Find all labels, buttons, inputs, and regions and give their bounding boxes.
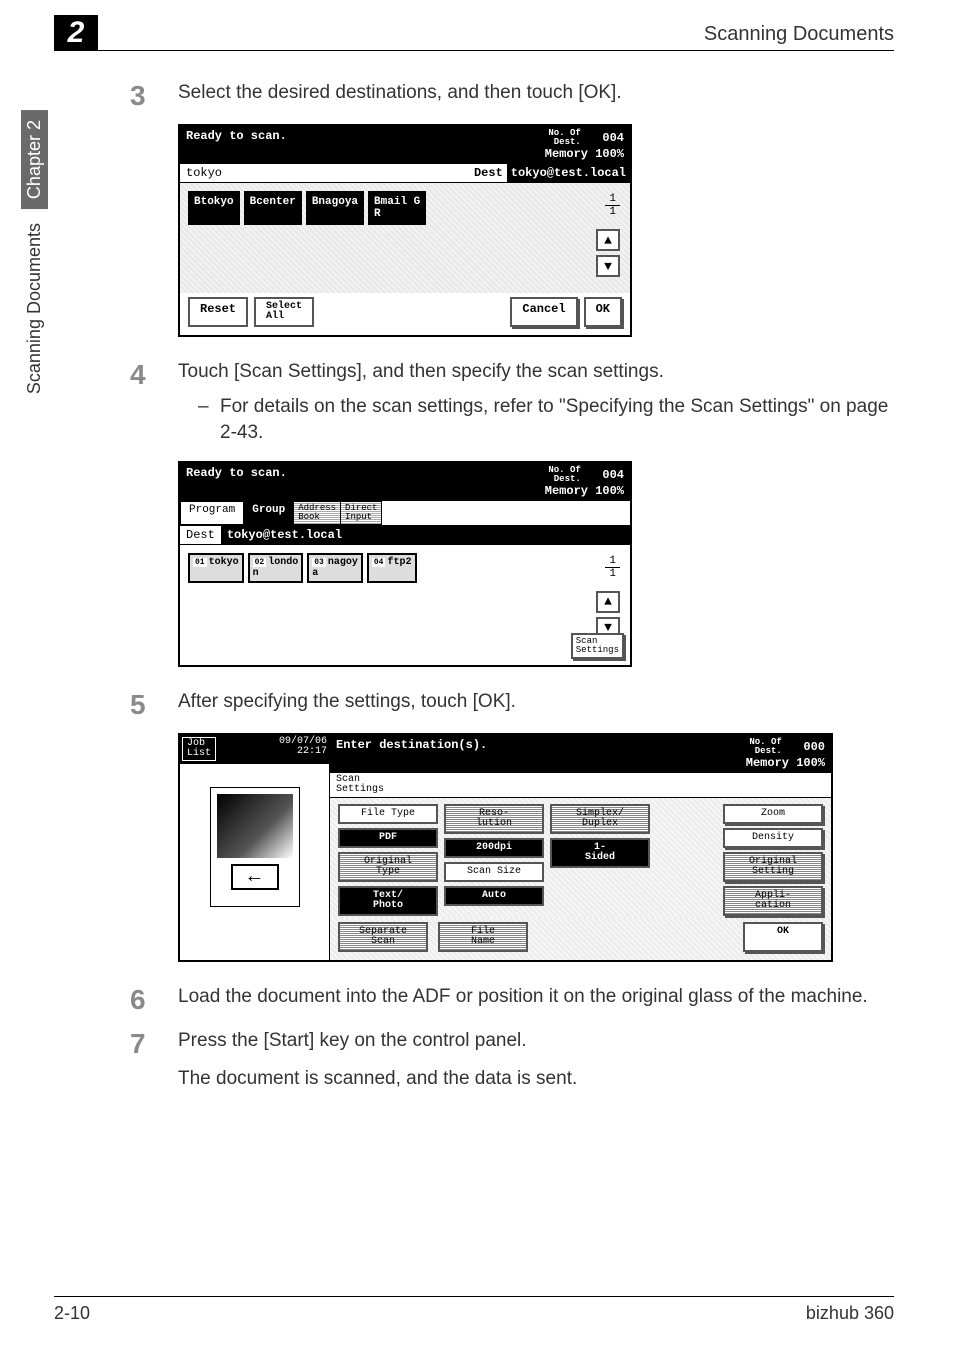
step-subtext: For details on the scan settings, refer … <box>220 394 894 447</box>
step-text: Touch [Scan Settings], and then specify … <box>178 361 664 382</box>
step-number: 5 <box>130 689 178 719</box>
lcd-prompt: Enter destination(s). <box>336 738 746 770</box>
separate-scan-button[interactable]: Separate Scan <box>338 922 428 952</box>
tab-program[interactable]: Program <box>180 501 244 525</box>
resolution-value: 200dpi <box>444 838 544 858</box>
density-button[interactable]: Density <box>723 828 823 848</box>
page-header: 2 Scanning Documents <box>54 23 894 51</box>
job-list-button[interactable]: Job List <box>182 737 216 761</box>
zoom-button[interactable]: Zoom <box>723 804 823 824</box>
destination-chip[interactable]: Btokyo <box>188 191 240 225</box>
page-footer: 2-10 bizhub 360 <box>54 1296 894 1324</box>
scan-settings-button[interactable]: Scan Settings <box>571 633 624 659</box>
resolution-button[interactable]: Reso- lution <box>444 804 544 834</box>
reset-button[interactable]: Reset <box>188 297 248 327</box>
page-fraction: 1 1 <box>605 193 620 218</box>
ok-button[interactable]: OK <box>584 297 622 327</box>
lcd-dest-value: tokyo@test.local <box>221 526 630 544</box>
lcd-select-destinations: Ready to scan. No. Of Dest. 004Memory 10… <box>178 124 632 337</box>
orientation-arrow-icon: ← <box>231 864 279 890</box>
lcd-dest-count: No. Of Dest. 004Memory 100% <box>539 126 630 164</box>
step-number: 3 <box>130 80 178 110</box>
step-text: Load the document into the ADF or positi… <box>178 984 894 1011</box>
destination-chip[interactable]: Bmail G R <box>368 191 426 225</box>
lcd-status: Ready to scan. <box>180 463 539 501</box>
step-number: 6 <box>130 984 178 1014</box>
side-tab-chapter: Chapter 2 <box>21 110 48 209</box>
page-fraction: 1 1 <box>605 555 620 580</box>
ok-button[interactable]: OK <box>743 922 823 952</box>
lcd-dest-label: Dest <box>470 164 507 182</box>
lcd-scan-settings: Job List 09/07/06 22:17 ← Enter destinat… <box>178 733 833 962</box>
original-setting-button[interactable]: Original Setting <box>723 852 823 882</box>
tab-direct-input[interactable]: Direct Input <box>340 501 382 525</box>
destination-chip[interactable]: 03nagoy a <box>307 553 363 583</box>
lcd-filter-text: tokyo <box>180 164 470 182</box>
step-text: After specifying the settings, touch [OK… <box>178 689 894 716</box>
destination-chip[interactable]: 04ftp2 <box>367 553 417 583</box>
step-number: 4 <box>130 359 178 389</box>
file-type-value: PDF <box>338 828 438 848</box>
lcd-dest-value: tokyo@test.local <box>507 164 630 182</box>
cancel-button[interactable]: Cancel <box>510 297 577 327</box>
side-tab-section: Scanning Documents <box>21 213 48 404</box>
simplex-duplex-button[interactable]: Simplex/ Duplex <box>550 804 650 834</box>
lcd-status: Ready to scan. <box>180 126 539 164</box>
application-button[interactable]: Appli- cation <box>723 886 823 916</box>
file-type-button[interactable]: File Type <box>338 804 438 824</box>
original-type-value: Text/ Photo <box>338 886 438 916</box>
step-followup: The document is scanned, and the data is… <box>178 1066 894 1093</box>
scroll-up-button[interactable]: ▲ <box>596 229 620 251</box>
destination-chip[interactable]: Bcenter <box>244 191 302 225</box>
lcd-dest-count: No. Of Dest. 004Memory 100% <box>539 463 630 501</box>
scan-size-button[interactable]: Scan Size <box>444 862 544 882</box>
lcd-dest-count: No. Of Dest. 000Memory 100% <box>746 738 825 770</box>
lcd-scan-main: Ready to scan. No. Of Dest. 004Memory 10… <box>178 461 632 667</box>
side-tabs: Chapter 2 Scanning Documents <box>18 110 50 408</box>
step-number: 7 <box>130 1028 178 1058</box>
scan-settings-label: Scan Settings <box>330 773 831 798</box>
destination-chip[interactable]: Bnagoya <box>306 191 364 225</box>
scan-size-value: Auto <box>444 886 544 906</box>
destination-chip[interactable]: 02londo n <box>248 553 304 583</box>
product-name: bizhub 360 <box>806 1303 894 1324</box>
page-number: 2-10 <box>54 1303 90 1324</box>
destination-chip[interactable]: 01tokyo <box>188 553 244 583</box>
original-type-button[interactable]: Original Type <box>338 852 438 882</box>
scroll-up-button[interactable]: ▲ <box>596 591 620 613</box>
select-all-button[interactable]: Select All <box>254 297 314 327</box>
page-header-title: Scanning Documents <box>54 23 894 46</box>
bullet-dash: – <box>198 394 220 447</box>
chapter-number-badge: 2 <box>54 15 98 51</box>
lcd-dest-label: Dest <box>180 526 221 544</box>
simplex-duplex-value: 1- Sided <box>550 838 650 868</box>
step-text: Select the desired destinations, and the… <box>178 80 894 107</box>
tab-group[interactable]: Group <box>243 501 294 525</box>
file-name-button[interactable]: File Name <box>438 922 528 952</box>
datetime: 09/07/06 22:17 <box>279 737 327 761</box>
step-text: Press the [Start] key on the control pan… <box>178 1030 527 1051</box>
original-preview: ← <box>180 763 329 931</box>
tab-address-book[interactable]: Address Book <box>293 501 341 525</box>
scroll-down-button[interactable]: ▼ <box>596 255 620 277</box>
